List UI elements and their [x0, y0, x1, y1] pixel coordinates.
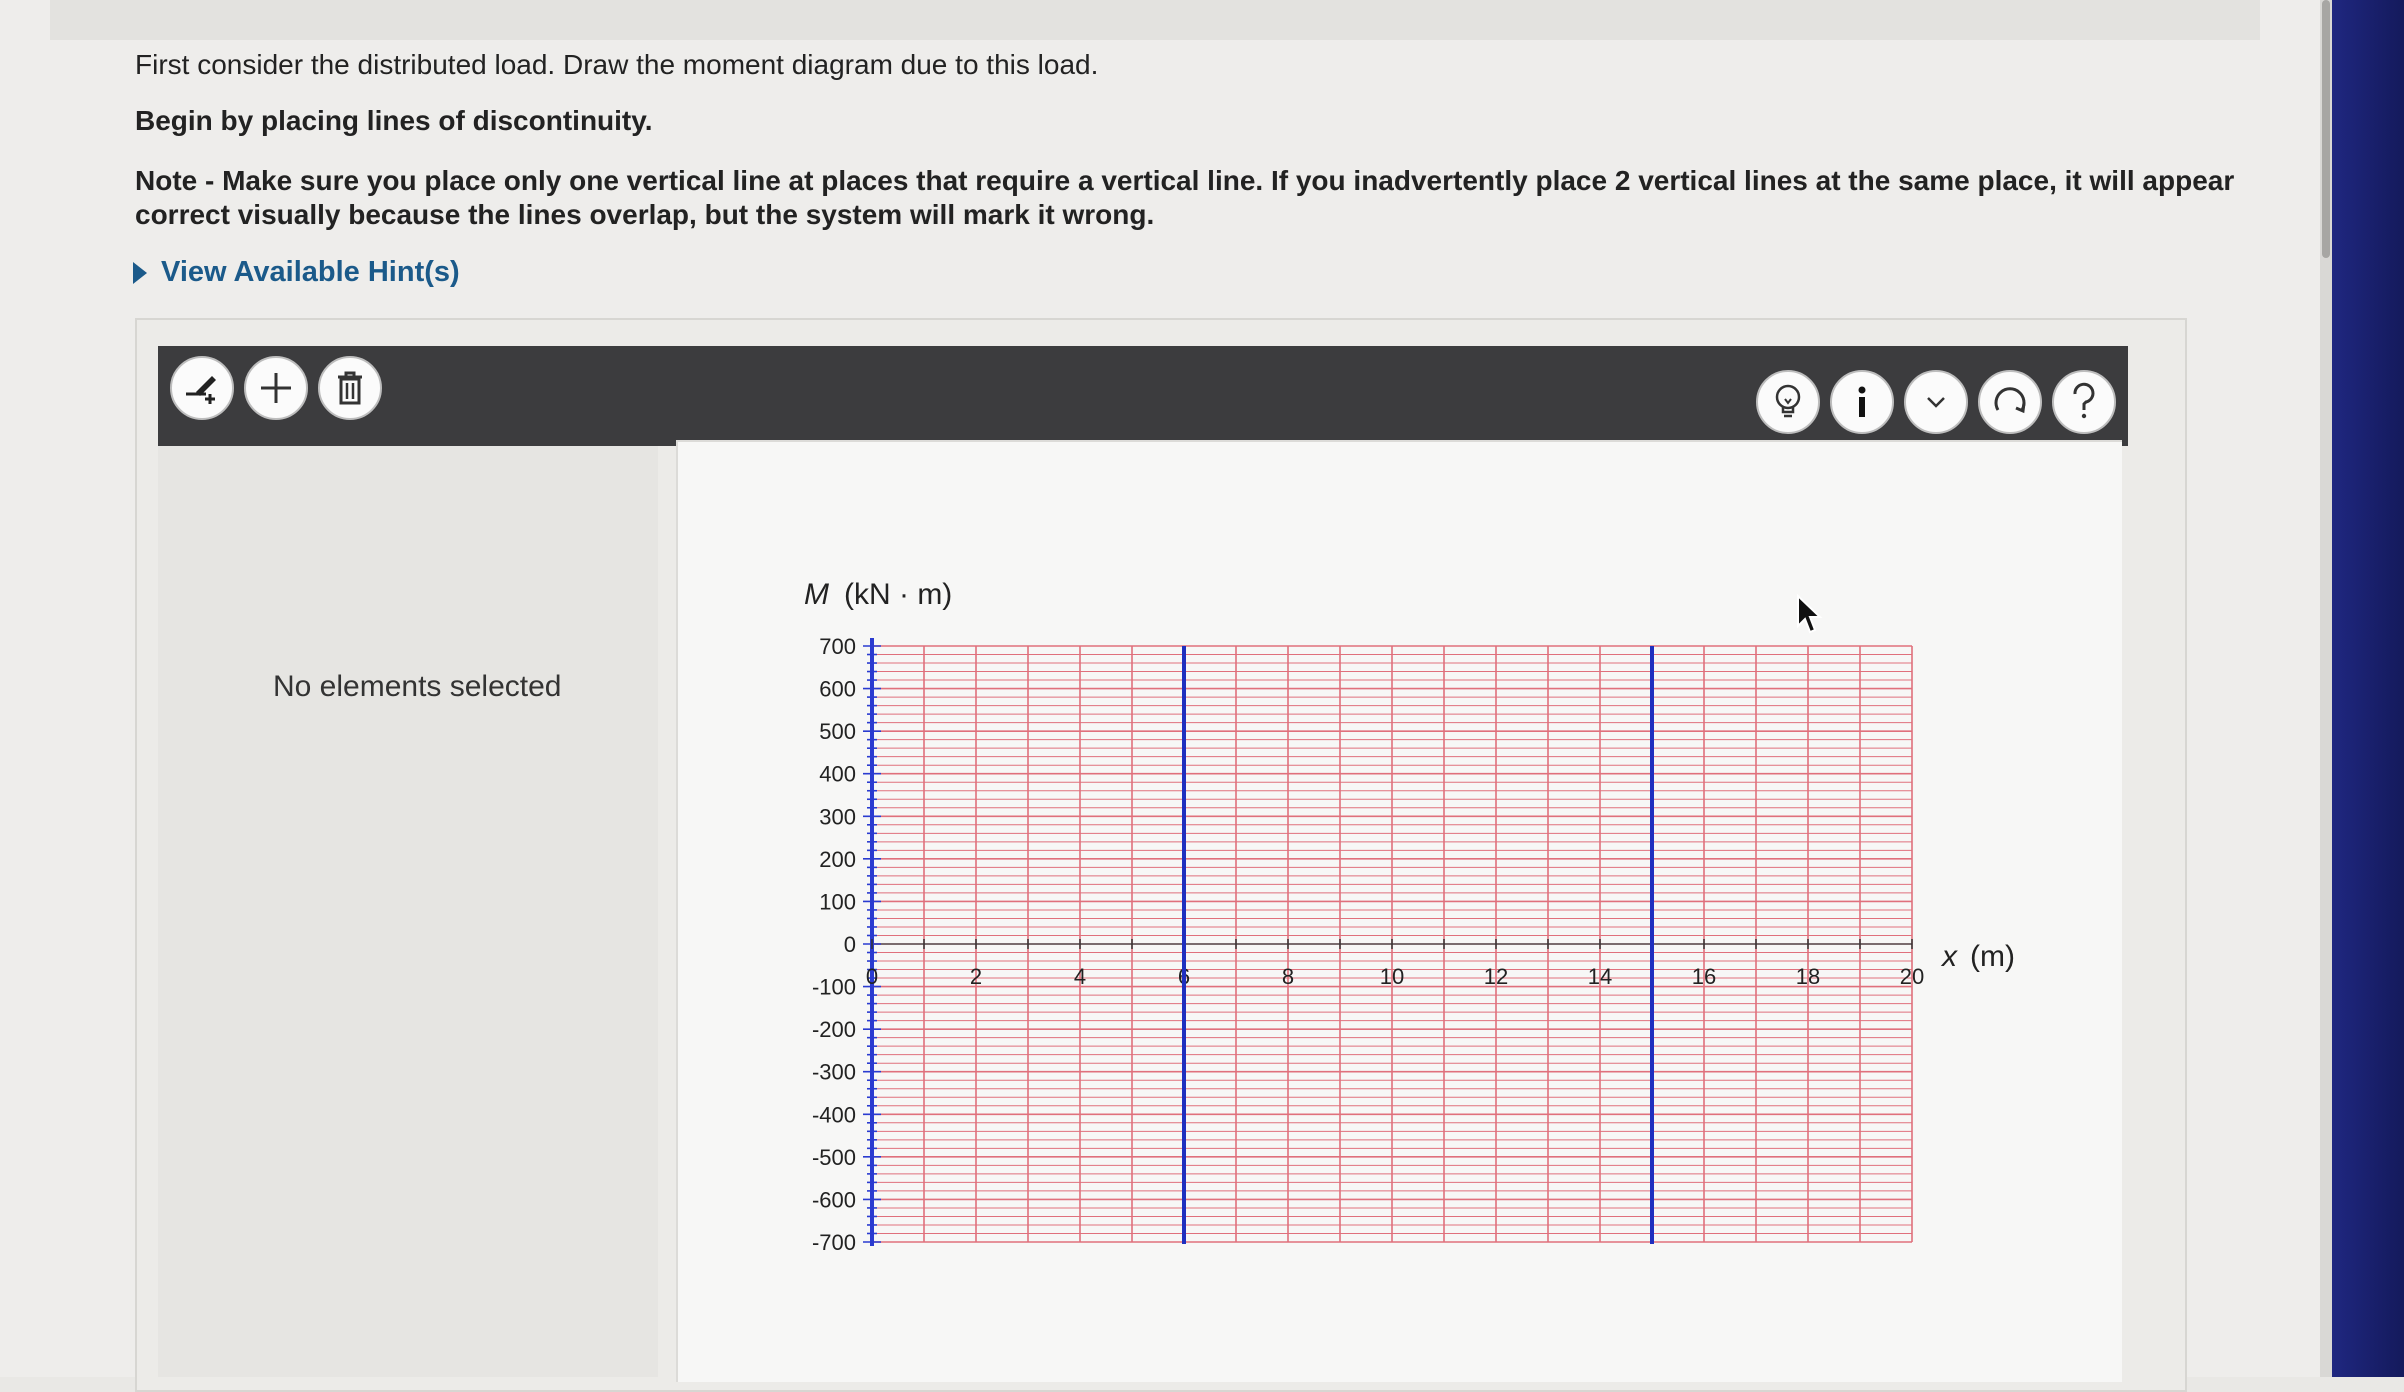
y-tick-label: 300 [819, 804, 856, 829]
y-tick-label: 200 [819, 847, 856, 872]
x-tick-label: 16 [1692, 964, 1716, 989]
instruction-bold: Begin by placing lines of discontinuity. [135, 105, 653, 136]
screen-edge [2332, 0, 2404, 1377]
graph-canvas[interactable]: M (kN · m) x (m) 700 600 500 400 300 200 100 0-… [676, 440, 2122, 1382]
view-hints-toggle[interactable]: View Available Hint(s) [133, 256, 460, 289]
plus-icon[interactable] [244, 356, 308, 420]
x-tick-label: 8 [1282, 964, 1294, 989]
x-tick-label: 12 [1484, 964, 1508, 989]
x-tick-label: 10 [1380, 964, 1404, 989]
caret-right-icon [133, 261, 147, 284]
info-icon[interactable] [1830, 370, 1894, 434]
top-strip [50, 0, 2260, 40]
properties-panel: No elements selected [158, 446, 658, 1377]
y-tick-label: -500 [812, 1145, 856, 1170]
y-tick-label: 400 [819, 762, 856, 787]
scrollbar-thumb[interactable] [2322, 0, 2330, 258]
discontinuity-lines[interactable] [1182, 646, 1654, 1244]
chevron-down-icon[interactable] [1904, 370, 1968, 434]
x-tick-label: 18 [1796, 964, 1820, 989]
y-axis-label-var: M [804, 578, 829, 611]
x-tick-label: 4 [1074, 964, 1086, 989]
reset-icon[interactable] [1978, 370, 2042, 434]
y-tick-label: -400 [812, 1102, 856, 1127]
y-tick-label: 0 [844, 932, 856, 957]
x-tick-label: 14 [1588, 964, 1612, 989]
instruction-text: First consider the distributed load. Dra… [135, 49, 1099, 80]
x-tick-label: 0 [866, 964, 878, 989]
y-axis-label-unit: (kN · m) [844, 578, 952, 611]
y-tick-label: 500 [819, 719, 856, 744]
graph-axes [863, 638, 1913, 1246]
x-axis-label-unit: (m) [1970, 940, 2015, 973]
x-tick-labels: 02468101214161820 [866, 964, 1924, 989]
trash-icon[interactable] [318, 356, 382, 420]
y-tick-label: 700 [819, 634, 856, 659]
x-axis-label-var: x [1940, 940, 1958, 973]
help-icon[interactable] [2052, 370, 2116, 434]
y-tick-label: 100 [819, 889, 856, 914]
y-tick-label: -200 [812, 1017, 856, 1042]
graph-toolbar [158, 346, 2128, 446]
moment-graph[interactable]: M (kN · m) x (m) 7006005004003002001000-… [678, 442, 2122, 1382]
no-selection-text: No elements selected [273, 670, 562, 703]
note-line-1: Note - Make sure you place only one vert… [135, 165, 2235, 196]
y-tick-label: 600 [819, 677, 856, 702]
y-tick-label: -600 [812, 1187, 856, 1212]
note-line-2: correct visually because the lines overl… [135, 199, 1155, 230]
y-tick-label: -700 [812, 1230, 856, 1255]
y-tick-label: -100 [812, 975, 856, 1000]
view-hints-label: View Available Hint(s) [161, 256, 460, 288]
x-tick-label: 2 [970, 964, 982, 989]
mouse-cursor-icon [1797, 594, 1823, 634]
y-tick-label: -300 [812, 1060, 856, 1085]
y-tick-labels: 700 600 500 400 300 200 100 0 -100 -200 -300 -400 -5… [812, 634, 856, 1255]
lightbulb-icon[interactable] [1756, 370, 1820, 434]
draw-line-icon[interactable] [170, 356, 234, 420]
x-tick-label: 20 [1900, 964, 1924, 989]
